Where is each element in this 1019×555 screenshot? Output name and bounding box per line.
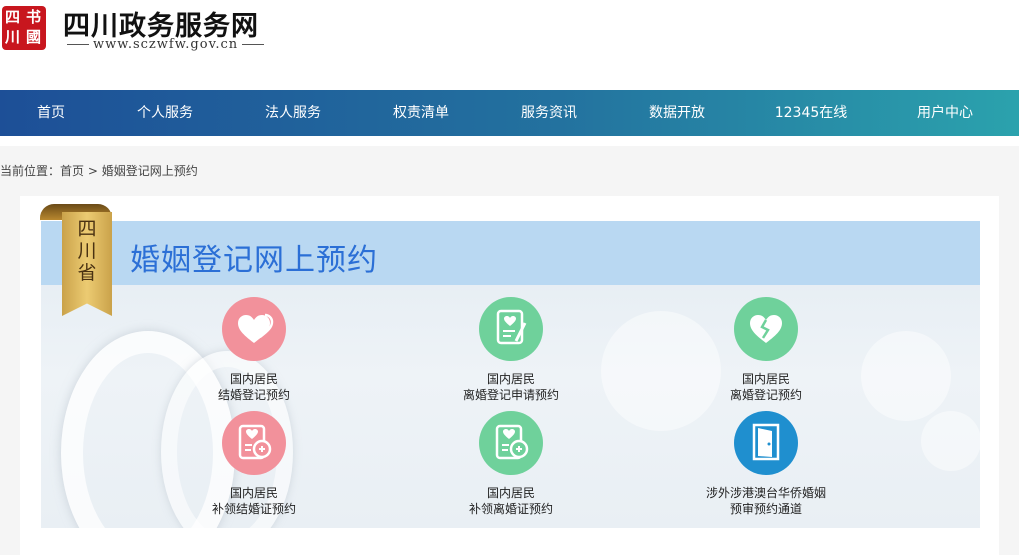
ribbon-text: 四川省 — [77, 218, 97, 284]
breadcrumb-home-link[interactable]: 首页 — [60, 164, 84, 178]
nav-item-personal-services[interactable]: 个人服务 — [120, 90, 210, 136]
site-url-text: www.sczwfw.gov.cn — [93, 37, 239, 52]
service-divorce-application[interactable]: 国内居民离婚登记申请预约 — [421, 297, 601, 403]
service-label-line2: 离婚登记申请预约 — [462, 388, 559, 402]
service-marriage-registration[interactable]: 国内居民结婚登记预约 — [164, 297, 344, 403]
site-header: 四 书 川 國 四川政务服务网 www.sczwfw.gov.cn — [0, 0, 1019, 90]
broken-heart-icon — [734, 297, 798, 361]
service-label-line1: 国内居民 — [486, 372, 535, 386]
service-label-line1: 国内居民 — [741, 372, 790, 386]
nav-item-12345-online[interactable]: 12345在线 — [766, 90, 856, 136]
service-label-line2: 补领结婚证预约 — [211, 502, 296, 516]
logo-glyph: 书 — [26, 8, 42, 26]
breadcrumb-current: 婚姻登记网上预约 — [101, 164, 198, 178]
hearts-icon — [222, 297, 286, 361]
service-label-line1: 国内居民 — [229, 372, 278, 386]
bokeh-decoration — [861, 331, 951, 421]
nav-item-user-center[interactable]: 用户中心 — [900, 90, 990, 136]
service-label-line2: 预审预约通道 — [729, 502, 802, 516]
marriage-registration-banner: 婚姻登记网上预约 国内居民 结婚登记预约 国内居民 离婚登记申请预约 国内居民 … — [41, 221, 980, 528]
bokeh-decoration — [921, 411, 980, 471]
nav-item-service-news[interactable]: 服务资讯 — [504, 90, 594, 136]
service-label-line2: 离婚登记预约 — [729, 388, 802, 402]
nav-item-home[interactable]: 首页 — [6, 90, 96, 136]
breadcrumb-bar: 当前位置：首页 > 婚姻登记网上预约 — [0, 146, 1019, 196]
certificate-reissue-icon — [479, 411, 543, 475]
service-label-line2: 结婚登记预约 — [217, 388, 290, 402]
banner-header: 婚姻登记网上预约 — [41, 221, 980, 285]
document-heart-icon — [479, 297, 543, 361]
certificate-reissue-icon — [222, 411, 286, 475]
banner-title: 婚姻登记网上预约 — [130, 243, 378, 278]
service-marriage-certificate-reissue[interactable]: 国内居民补领结婚证预约 — [164, 411, 344, 517]
site-logo[interactable]: 四 书 川 國 — [2, 6, 46, 50]
breadcrumb-separator: > — [87, 164, 98, 178]
service-foreign-marriage-pre-review[interactable]: 涉外涉港澳台华侨婚姻 预审预约通道 — [676, 411, 856, 517]
service-label-line2: 补领离婚证预约 — [468, 502, 553, 516]
service-label-line1: 国内居民 — [229, 486, 278, 500]
logo-glyph: 四 — [5, 8, 21, 26]
service-divorce-certificate-reissue[interactable]: 国内居民补领离婚证预约 — [421, 411, 601, 517]
breadcrumb-prefix: 当前位置： — [0, 164, 61, 178]
service-label-line1: 涉外涉港澳台华侨婚姻 — [705, 486, 826, 500]
nav-item-open-data[interactable]: 数据开放 — [632, 90, 722, 136]
site-url: www.sczwfw.gov.cn — [63, 37, 268, 52]
main-nav: 首页 个人服务 法人服务 权责清单 服务资讯 数据开放 12345在线 用户中心 — [0, 90, 1019, 136]
nav-item-power-list[interactable]: 权责清单 — [376, 90, 466, 136]
service-label-line1: 国内居民 — [486, 486, 535, 500]
province-ribbon: 四川省 — [40, 204, 112, 316]
service-divorce-registration[interactable]: 国内居民离婚登记预约 — [676, 297, 856, 403]
logo-glyph: 國 — [26, 28, 42, 46]
breadcrumb: 当前位置：首页 > 婚姻登记网上预约 — [0, 162, 198, 179]
door-icon — [734, 411, 798, 475]
nav-item-legal-person-services[interactable]: 法人服务 — [248, 90, 338, 136]
logo-glyph: 川 — [5, 28, 21, 46]
